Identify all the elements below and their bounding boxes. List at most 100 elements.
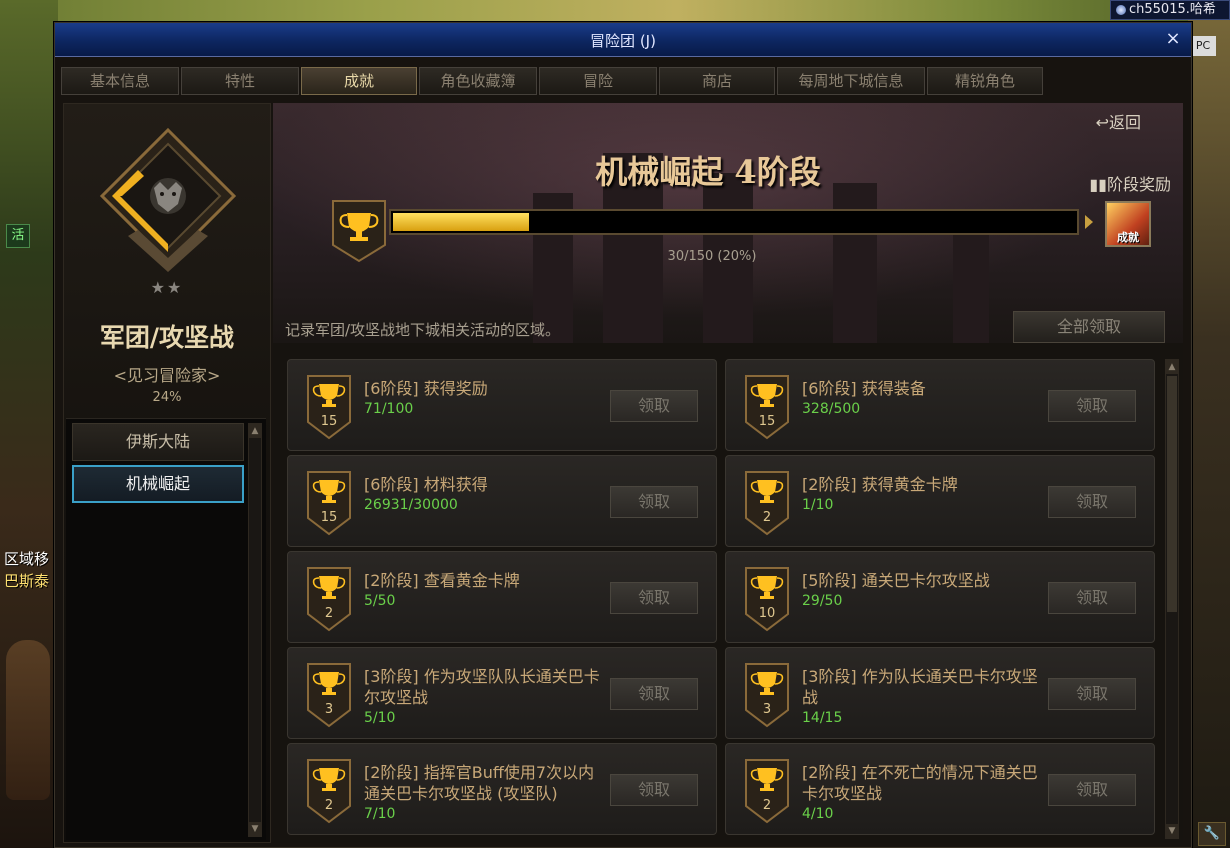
claim-button[interactable]: 领取 — [610, 678, 698, 710]
achievement-info: [2阶段] 在不死亡的情况下通关巴卡尔攻坚战 4/10 — [802, 762, 1042, 824]
scroll-up-icon[interactable]: ▲ — [1166, 360, 1178, 374]
tab-character-collection[interactable]: 角色收藏簿 — [419, 67, 537, 95]
achievement-info: [2阶段] 查看黄金卡牌 5/50 — [364, 570, 604, 611]
trophy-icon: 3 — [306, 662, 352, 728]
trophy-icon: 15 — [744, 374, 790, 440]
server-label: ch55015.哈希 — [1129, 2, 1216, 17]
claim-button[interactable]: 领取 — [610, 390, 698, 422]
trophy-icon: 2 — [306, 758, 352, 824]
tab-traits[interactable]: 特性 — [181, 67, 299, 95]
tab-bar: 基本信息 特性 成就 角色收藏簿 冒险 商店 每周地下城信息 精锐角色 — [61, 67, 1043, 95]
stage-progress-fill — [393, 213, 530, 231]
achievement-title: [6阶段] 材料获得 — [364, 475, 488, 494]
achievement-card: 15 [6阶段] 材料获得 26931/30000 领取 — [287, 455, 717, 547]
achievement-title: [2阶段] 获得黄金卡牌 — [802, 475, 958, 494]
achievement-info: [5阶段] 通关巴卡尔攻坚战 29/50 — [802, 570, 1042, 611]
claim-button[interactable]: 领取 — [610, 582, 698, 614]
claim-button[interactable]: 领取 — [1048, 486, 1136, 518]
stage-reward-label: ▮▮阶段奖励 — [1089, 175, 1171, 194]
achievement-title: [3阶段] 作为攻坚队队长通关巴卡尔攻坚战 — [364, 667, 600, 707]
tab-adventure[interactable]: 冒险 — [539, 67, 657, 95]
activity-icon[interactable]: 活 — [6, 224, 30, 248]
achievement-progress: 5/10 — [364, 710, 396, 726]
trophy-icon: 3 — [744, 662, 790, 728]
achievement-title: [2阶段] 在不死亡的情况下通关巴卡尔攻坚战 — [802, 763, 1038, 803]
trophy-icon: 10 — [744, 566, 790, 632]
trophy-icon: 15 — [306, 374, 352, 440]
progress-arrow-icon — [1085, 215, 1093, 229]
stage-progress-text: 30/150 (20%) — [667, 249, 757, 264]
achievement-progress: 26931/30000 — [364, 497, 458, 513]
achievement-progress: 1/10 — [802, 497, 834, 513]
category-title: 军团/攻坚战 — [99, 323, 235, 352]
tab-elite-characters[interactable]: 精锐角色 — [927, 67, 1043, 95]
achievement-info: [2阶段] 获得黄金卡牌 1/10 — [802, 474, 1042, 515]
achievement-card: 3 [3阶段] 作为攻坚队队长通关巴卡尔攻坚战 5/10 领取 — [287, 647, 717, 739]
scroll-thumb[interactable] — [1167, 376, 1177, 612]
achievement-title: [6阶段] 获得奖励 — [364, 379, 488, 398]
achievement-progress: 14/15 — [802, 710, 843, 726]
achievement-title: [6阶段] 获得装备 — [802, 379, 926, 398]
achievement-progress: 29/50 — [802, 593, 843, 609]
achievement-grid: 15 [6阶段] 获得奖励 71/100 领取 15 [6阶段] 获得装备 32… — [287, 359, 1161, 841]
scroll-down-icon[interactable]: ▼ — [249, 822, 261, 836]
achievement-level: 2 — [762, 798, 772, 813]
region-list: 伊斯大陆 机械崛起 ▲ ▼ — [66, 418, 266, 840]
pc-tag: PC — [1190, 36, 1216, 56]
achievement-info: [6阶段] 材料获得 26931/30000 — [364, 474, 604, 515]
tab-achievements[interactable]: 成就 — [301, 67, 417, 95]
stage-reward-badge[interactable]: 成就 — [1105, 201, 1151, 247]
claim-button[interactable]: 领取 — [1048, 678, 1136, 710]
claim-all-button[interactable]: 全部领取 — [1013, 311, 1165, 343]
achievement-level: 10 — [758, 606, 776, 621]
side-region-line-1: 区域移 — [4, 550, 50, 568]
scroll-down-icon[interactable]: ▼ — [1166, 824, 1178, 838]
achievement-progress: 328/500 — [802, 401, 861, 417]
achievement-level: 15 — [320, 414, 338, 429]
player-character — [6, 640, 50, 800]
achievement-level: 15 — [320, 510, 338, 525]
trophy-icon: 2 — [744, 758, 790, 824]
achievement-level: 3 — [324, 702, 334, 717]
rank-title: <见习冒险家> — [113, 366, 221, 385]
tab-shop[interactable]: 商店 — [659, 67, 775, 95]
achievement-card: 10 [5阶段] 通关巴卡尔攻坚战 29/50 领取 — [725, 551, 1155, 643]
achievement-level: 2 — [324, 798, 334, 813]
achievement-progress: 71/100 — [364, 401, 414, 417]
close-icon[interactable]: × — [1163, 29, 1183, 49]
achievement-title: [2阶段] 查看黄金卡牌 — [364, 571, 520, 590]
claim-button[interactable]: 领取 — [1048, 582, 1136, 614]
achievement-progress: 5/50 — [364, 593, 396, 609]
adventure-team-window: 冒险团 (J) × 基本信息 特性 成就 角色收藏簿 冒险 商店 每周地下城信息… — [54, 22, 1192, 848]
claim-button[interactable]: 领取 — [1048, 774, 1136, 806]
achievement-level: 2 — [762, 510, 772, 525]
stage-title: 机械崛起 4阶段 — [595, 153, 821, 191]
achievement-info: [3阶段] 作为攻坚队队长通关巴卡尔攻坚战 5/10 — [364, 666, 604, 728]
achievement-card: 15 [6阶段] 获得装备 328/500 领取 — [725, 359, 1155, 451]
achievement-scrollbar[interactable]: ▲ ▼ — [1165, 359, 1179, 839]
claim-button[interactable]: 领取 — [610, 774, 698, 806]
scroll-up-icon[interactable]: ▲ — [249, 424, 261, 438]
achievement-card: 15 [6阶段] 获得奖励 71/100 领取 — [287, 359, 717, 451]
wrench-icon[interactable]: 🔧 — [1198, 822, 1226, 846]
region-scrollbar[interactable]: ▲ ▼ — [248, 423, 262, 837]
achievement-info: [2阶段] 指挥官Buff使用7次以内通关巴卡尔攻坚战 (攻坚队) 7/10 — [364, 762, 604, 824]
region-item-mechanical-rise[interactable]: 机械崛起 — [72, 465, 244, 503]
claim-button[interactable]: 领取 — [610, 486, 698, 518]
trophy-icon: 2 — [306, 566, 352, 632]
game-background-right — [1188, 0, 1230, 848]
achievement-card: 2 [2阶段] 获得黄金卡牌 1/10 领取 — [725, 455, 1155, 547]
region-description: 记录军团/攻坚战地下城相关活动的区域。 — [285, 321, 561, 339]
achievement-content: ↩返回 机械崛起 4阶段 ▮▮阶段奖励 成就 30/150 (20%) 记录军团… — [273, 103, 1183, 843]
globe-icon — [1116, 5, 1126, 15]
tab-weekly-dungeon[interactable]: 每周地下城信息 — [777, 67, 925, 95]
title-bar[interactable]: 冒险团 (J) × — [55, 23, 1191, 57]
achievement-card: 2 [2阶段] 查看黄金卡牌 5/50 领取 — [287, 551, 717, 643]
region-item-isis[interactable]: 伊斯大陆 — [72, 423, 244, 461]
achievement-info: [3阶段] 作为队长通关巴卡尔攻坚战 14/15 — [802, 666, 1042, 728]
tab-basic-info[interactable]: 基本信息 — [61, 67, 179, 95]
achievement-title: [5阶段] 通关巴卡尔攻坚战 — [802, 571, 990, 590]
back-button[interactable]: ↩返回 — [1096, 109, 1141, 133]
server-channel-tag[interactable]: ch55015.哈希 — [1110, 0, 1230, 20]
claim-button[interactable]: 领取 — [1048, 390, 1136, 422]
